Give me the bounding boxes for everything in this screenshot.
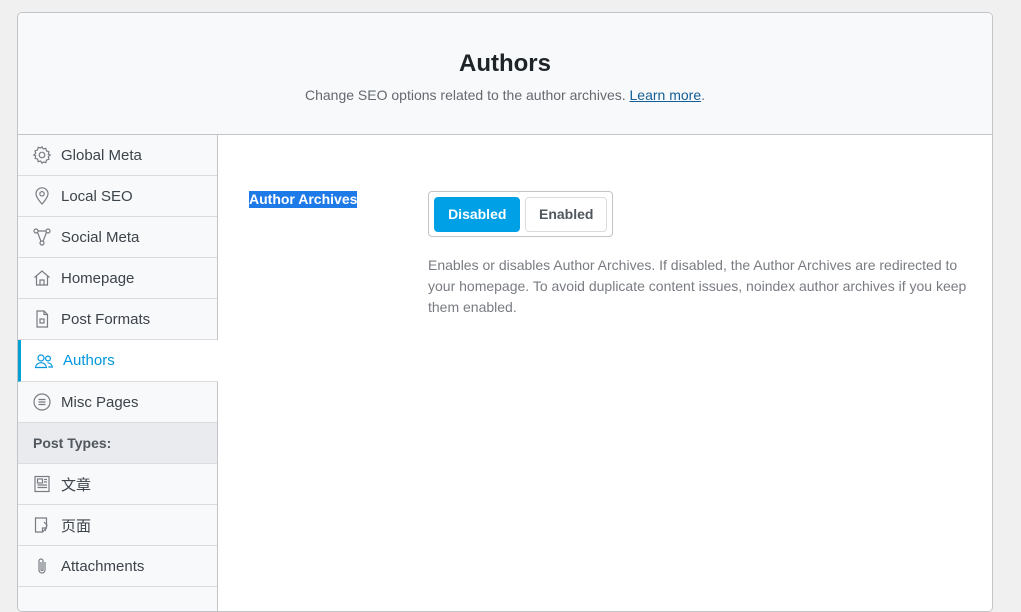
- panel-header: Authors Change SEO options related to th…: [18, 13, 992, 135]
- sidebar-item-posts[interactable]: 文章: [18, 464, 217, 505]
- users-icon: [34, 351, 54, 371]
- settings-panel: Authors Change SEO options related to th…: [17, 12, 993, 612]
- post-icon: [32, 474, 52, 494]
- gear-icon: [32, 145, 52, 165]
- home-icon: [32, 268, 52, 288]
- sidebar-item-homepage[interactable]: Homepage: [18, 258, 217, 299]
- share-nodes-icon: [32, 227, 52, 247]
- learn-more-link[interactable]: Learn more: [630, 87, 702, 103]
- sidebar-item-label: Authors: [63, 352, 115, 369]
- sidebar-item-post-formats[interactable]: Post Formats: [18, 299, 217, 340]
- paperclip-icon: [32, 556, 52, 576]
- sidebar-item-label: Misc Pages: [61, 393, 139, 411]
- list-circle-icon: [32, 392, 52, 412]
- subtitle-text: Change SEO options related to the author…: [304, 87, 626, 103]
- settings-content: Author Archives Disabled Enabled Enables…: [218, 135, 992, 611]
- author-archives-toggle: Disabled Enabled: [428, 191, 613, 237]
- sidebar-item-local-seo[interactable]: Local SEO: [18, 176, 217, 217]
- disabled-option-button[interactable]: Disabled: [434, 196, 521, 232]
- post-types-section-label: Post Types:: [18, 423, 217, 464]
- sidebar-item-misc-pages[interactable]: Misc Pages: [18, 382, 217, 423]
- sidebar-item-social-meta[interactable]: Social Meta: [18, 217, 217, 258]
- sidebar-item-label: Local SEO: [61, 187, 133, 205]
- subtitle-end: .: [701, 87, 705, 103]
- author-archives-label: Author Archives: [249, 191, 358, 208]
- sidebar-nav: Global Meta Local SEO Social Meta Homepa…: [18, 135, 218, 611]
- map-pin-icon: [32, 186, 52, 206]
- sidebar-item-label: 文章: [61, 476, 92, 494]
- sidebar-item-label: 页面: [61, 517, 92, 535]
- sidebar-item-label: Social Meta: [61, 228, 140, 246]
- sidebar-item-label: Attachments: [61, 557, 145, 575]
- sidebar-item-authors[interactable]: Authors: [18, 340, 218, 382]
- sidebar-item-attachments[interactable]: Attachments: [18, 546, 217, 587]
- sidebar-item-label: Post Formats: [61, 310, 151, 328]
- sidebar-item-global-meta[interactable]: Global Meta: [18, 135, 217, 176]
- enabled-option-button[interactable]: Enabled: [525, 196, 607, 232]
- page-subtitle: Change SEO options related to the author…: [18, 86, 992, 104]
- page-title: Authors: [459, 50, 551, 77]
- sidebar-item-pages[interactable]: 页面: [18, 505, 217, 546]
- author-archives-description: Enables or disables Author Archives. If …: [428, 257, 967, 315]
- sidebar-item-label: Homepage: [61, 269, 135, 287]
- sidebar-item-label: Global Meta: [61, 146, 142, 164]
- document-icon: [32, 309, 52, 329]
- page-icon: [32, 515, 52, 535]
